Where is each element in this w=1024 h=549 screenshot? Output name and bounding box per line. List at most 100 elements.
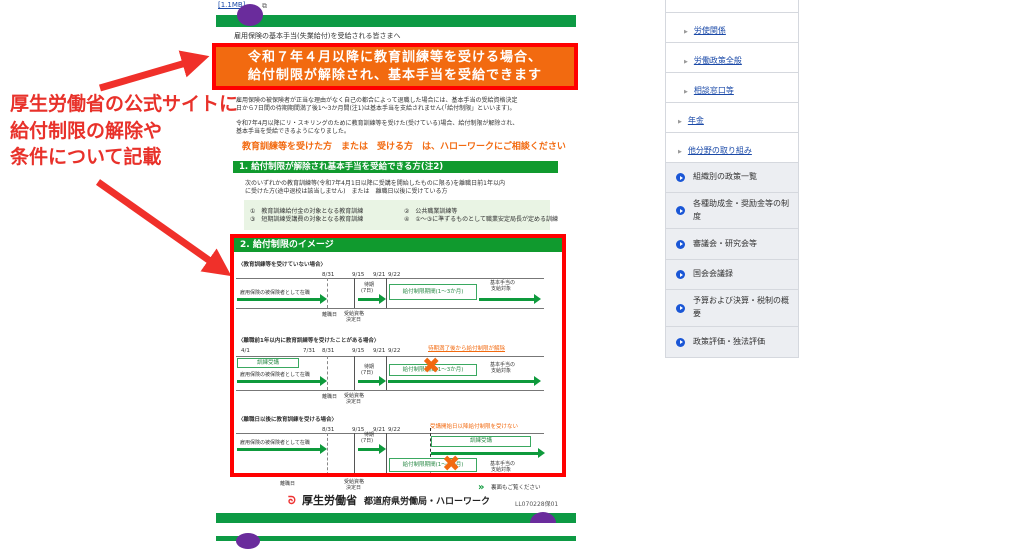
waiting-days: (7日) [361,370,374,376]
restriction-diagram: 2. 給付制限のイメージ 〈教育訓練等を受けていない場合〉 8/31 9/15 9/2… [230,234,566,477]
section1-text: に受けた方(途中退校は該当しません) または 離職日以後に受けている方 [245,188,448,195]
section1-header: 1. 給付制限が解除され基本手当を受給できる方(注2) [233,161,558,173]
sidebar-link[interactable]: 年金 [688,116,704,125]
decor-circle [530,512,556,523]
training-arrow: 訓練受講 [431,436,531,447]
decision-day-line [354,278,355,308]
sidebar-policy-item[interactable]: 審議会・研究会等 [665,229,799,260]
employment-arrow [237,376,327,386]
annotation-line: 条件について記載 [10,146,162,168]
play-circle-icon [676,206,685,215]
row-line [236,308,544,309]
sidebar-policy-item[interactable]: 組織別の政策一覧 [665,163,799,193]
play-circle-icon [676,303,685,313]
employed-label: 雇用保険の被保険者として在職 [240,372,310,378]
headline-line: 令和７年４月以降に教育訓練等を受ける場合、 [247,50,542,65]
chevron-right-icon: » [478,482,485,493]
consult-notice: 教育訓練等を受けた方 または 受ける方 は、ハローワークにご相談ください [242,142,566,152]
sidebar-policy-item[interactable]: 国会会議録 [665,260,799,290]
sidebar-policy-item[interactable]: 予算および決算・税制の概要 [665,290,799,327]
cross-mark-icon: ✖ [422,354,441,379]
footer-band [216,513,576,523]
waiting-arrow [358,294,386,304]
benefit-label: 支給対象 [491,286,512,292]
greeting: 雇用保険の基本手当(失業給付)を受給される皆さまへ [234,32,401,40]
row-line [236,356,544,357]
see-back-text: 裏面もご覧ください [491,485,541,491]
date-label: 8/31 [322,348,335,354]
section2-header: 2. 給付制限のイメージ [234,238,562,252]
training-arrow: 訓練受講 [237,358,299,368]
date-label: 9/15 [352,348,365,354]
arrow-to-diagram [95,179,232,277]
waiting-end-line [386,278,387,308]
ministry-logo-icon: ᘐ [288,494,296,507]
scenario-title: 〈教育訓練等を受けていない場合〉 [238,262,327,268]
waiting-days: (7日) [361,288,374,294]
sidebar-item[interactable]: ▶ 他分野の取り組み [665,133,799,163]
leave-day-label: 離職日 [322,394,338,400]
doc-code: LL070228保01 [515,501,559,508]
benefit-label: 支給対象 [491,368,512,374]
waiting-arrow [358,444,386,454]
row-line [236,390,544,391]
triangle-right-icon: ▶ [684,29,688,35]
decision-day-line [354,356,355,390]
training-type: ③ 短期訓練受講費の対象となる教育訓練 [250,216,364,223]
triangle-right-icon: ▶ [678,149,682,155]
play-circle-icon [676,173,685,182]
triangle-right-icon: ▶ [684,59,688,65]
headline-banner: 令和７年４月以降に教育訓練等を受ける場合、 給付制限が解除され、基本手当を受給で… [212,43,578,90]
sidebar-subitem[interactable]: ▶ 相談窓口等 [665,73,799,103]
employment-arrow [237,294,327,304]
leave-day-line [327,433,328,473]
paragraph: 雇用保険の被保険者が正当な理由がなく自己の都合によって退職した場合には、基本手当… [236,97,518,104]
sidebar-policy-label: 予算および決算・税制の概要 [693,296,789,318]
date-label: 9/22 [388,348,401,354]
leave-day-line [327,356,328,390]
decor-circle [236,533,260,549]
sidebar-link[interactable]: 相談窓口等 [694,86,734,95]
annotation-line: 給付制限の解除や [10,120,163,142]
waiting-end-line [386,433,387,473]
benefit-label: 支給対象 [491,467,512,473]
date-label: 4/1 [241,348,250,354]
training-type: ④ ①～③に準ずるものとして職業安定局長が定める訓練 [404,216,558,223]
sidebar-policy-label: 国会会議録 [693,269,733,279]
employment-arrow [237,444,327,454]
decision-label: 決定日 [346,485,362,491]
triangle-right-icon: ▶ [678,119,682,125]
decision-day-line [354,433,355,473]
section1-text: 次のいずれかの教育訓練等(令和7年4月1日以降に受講を開始したものに限る)を離職… [245,180,505,187]
sidebar-link[interactable]: 労使関係 [694,26,726,35]
decor-circle [237,4,263,26]
restriction-period-arrow: 給付制限期間(1～3か月) [389,284,477,300]
sidebar-policy-item[interactable]: 政策評価・独法評価 [665,327,799,358]
play-circle-icon [676,337,685,347]
sidebar-policy-label: 組織別の政策一覧 [693,172,757,182]
date-label: 7/31 [303,348,316,354]
sidebar-item-partial[interactable] [665,0,799,13]
scenario-title: 〈離職日以後に教育訓練を受ける場合〉 [238,417,338,423]
sidebar-item[interactable]: ▶ 年金 [665,103,799,133]
office-name: 都道府県労働局・ハローワーク [364,497,491,507]
row-line [236,278,544,279]
annotation-line: 厚生労働省の公式サイトに [10,93,239,115]
cross-mark-icon: ✖ [442,452,461,477]
paragraph: 令和7年4月以降にリ・スキリングのために教育訓練等を受けた(受けている)場合、給… [236,120,519,127]
header-band [216,15,576,27]
employed-label: 雇用保険の被保険者として在職 [240,290,310,296]
sidebar-link[interactable]: 他分野の取り組み [688,146,752,155]
waiting-end-line [386,356,387,390]
external-link-icon: ⧉ [262,2,267,10]
no-restriction-note: 受講開始日以降給付制限を受けない [430,424,519,430]
waiting-days: (7日) [361,438,374,444]
leave-day-label: 離職日 [322,312,338,318]
training-type: ② 公共職業訓練等 [404,208,458,215]
sidebar-subitem[interactable]: ▶ 労働政策全般 [665,43,799,73]
sidebar-link[interactable]: 労働政策全般 [694,56,742,65]
benefit-arrow [388,376,541,386]
sidebar-policy-item[interactable]: 各種助成金・奨励金等の制度 [665,193,799,229]
sidebar-subitem[interactable]: ▶ 労使関係 [665,13,799,43]
employed-label: 雇用保険の被保険者として在職 [240,440,310,446]
